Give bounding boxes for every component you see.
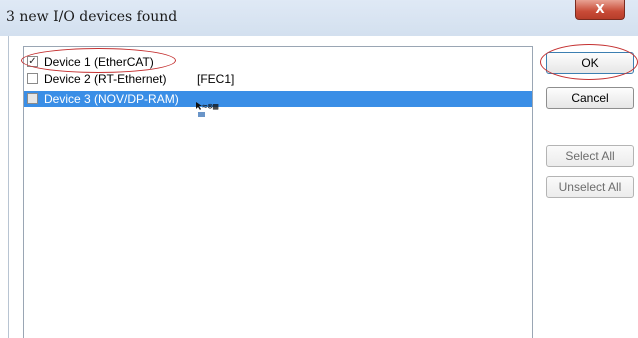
ok-button[interactable]: OK <box>546 52 634 74</box>
title-bar: 3 new I/O devices found X <box>0 0 638 36</box>
close-icon: X <box>595 2 605 16</box>
device-list[interactable]: ✓ Device 1 (EtherCAT) Device 2 (RT-Ether… <box>23 46 533 338</box>
select-all-button[interactable]: Select All <box>546 145 634 167</box>
device-3-name: Device 3 (NOV/DP-RAM) <box>44 92 179 106</box>
unselect-all-label: Unselect All <box>558 180 622 194</box>
device-row-3[interactable]: Device 3 (NOV/DP-RAM) <box>24 91 532 107</box>
device-1-name: Device 1 (EtherCAT) <box>44 55 154 69</box>
dialog-title: 3 new I/O devices found <box>6 9 178 25</box>
ok-label: OK <box>581 56 599 70</box>
device-2-adapter: [FEC1] <box>197 72 235 86</box>
device-row-1[interactable]: ✓ Device 1 (EtherCAT) <box>24 54 532 70</box>
select-all-label: Select All <box>565 149 615 163</box>
device-1-checkbox[interactable]: ✓ <box>27 56 38 67</box>
close-button[interactable]: X <box>575 0 625 20</box>
cursor-box-icon <box>198 112 205 117</box>
device-3-checkbox[interactable] <box>27 93 38 104</box>
checkmark-icon: ✓ <box>28 56 37 67</box>
device-2-checkbox[interactable] <box>27 73 38 84</box>
cancel-button[interactable]: Cancel <box>546 87 634 109</box>
cancel-label: Cancel <box>571 91 609 105</box>
device-2-name: Device 2 (RT-Ethernet) <box>44 72 167 86</box>
cursor-glyph-icon: ≈⊗▦ <box>202 102 219 112</box>
drag-copy-cursor-icon: ≈⊗▦ <box>196 102 236 120</box>
window-frame-left <box>8 36 9 338</box>
device-row-2[interactable]: Device 2 (RT-Ethernet) [FEC1] <box>24 71 532 87</box>
unselect-all-button[interactable]: Unselect All <box>546 176 634 198</box>
